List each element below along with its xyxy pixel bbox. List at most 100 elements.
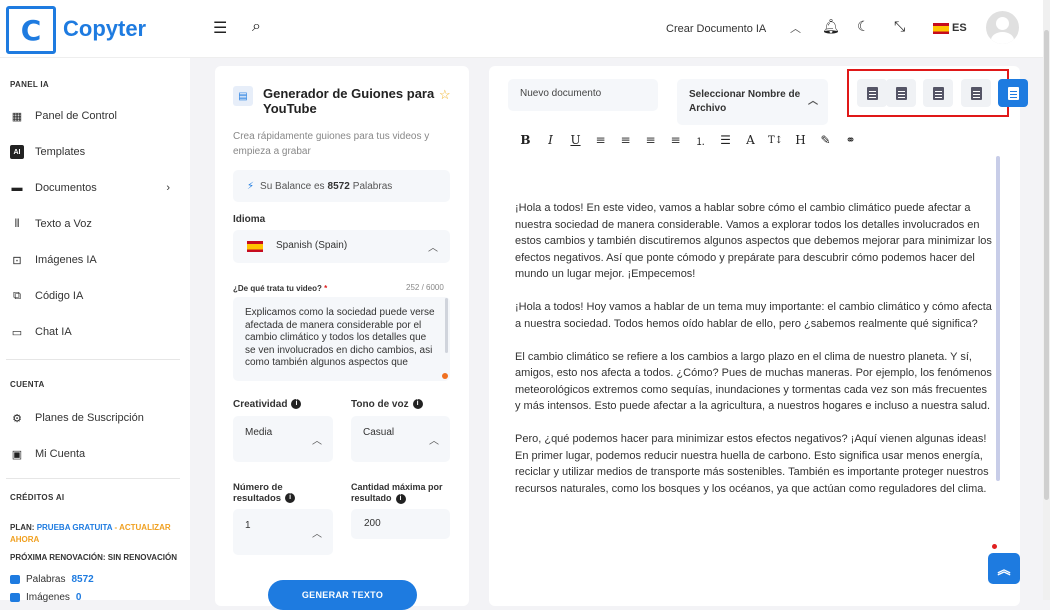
generator-title: Generador de Guiones para YouTube [263,86,435,116]
generator-subtitle: Crea rápidamente guiones para tus videos… [233,131,430,157]
sidebar: PANEL IA ▦ Panel de Control AI Templates… [0,58,190,603]
sidebar-item-label: Panel de Control [35,110,117,122]
creativity-select[interactable]: Media ︿ [233,416,333,462]
textarea-scrollbar[interactable] [445,298,448,353]
topic-counter: 252 / 6000 [406,283,444,292]
topic-label: ¿De qué trata tu video? * [233,284,328,293]
sidebar-item-label: Documentos [35,182,97,194]
align-right-button[interactable]: ≡ [638,132,663,148]
fullscreen-icon[interactable]: ⤡ [894,18,905,35]
topic-textarea[interactable]: Explicamos como la sociedad puede verse … [233,297,450,381]
bullet-list-button[interactable]: ☰ [713,132,738,148]
favorite-star-icon[interactable]: ☆ [439,87,451,103]
results-select[interactable]: 1 ︿ [233,509,333,555]
spain-flag-icon[interactable] [933,23,949,34]
brush-button[interactable]: ✎ [813,132,838,148]
bell-icon[interactable]: 🔔︎ [822,18,840,35]
export-word-button[interactable] [857,79,887,107]
sidebar-item-label: Mi Cuenta [35,448,86,460]
divider [6,478,180,479]
chevron-up-icon: ︿ [312,436,322,447]
info-icon[interactable]: i [285,493,296,504]
ai-icon: AI [10,145,24,159]
plan-name: PRUEBA GRATUITA [36,523,113,532]
ordered-list-button[interactable]: ⒈ [688,132,713,148]
align-left-button[interactable]: ≡ [588,132,613,148]
spain-flag-icon [247,241,263,252]
copy-button[interactable] [961,79,991,107]
max-input[interactable]: 200 [351,509,450,539]
document-name-input[interactable]: Nuevo documento [508,79,658,111]
create-document-menu[interactable]: Crear Documento IA [666,23,766,35]
chevron-right-icon: › [166,182,170,194]
paragraph: ¡Hola a todos! Hoy vamos a hablar de un … [515,301,992,330]
align-center-button[interactable]: ≡ [613,132,638,148]
sidebar-item-label: Imágenes IA [35,254,97,266]
editor-content[interactable]: ¡Hola a todos! En este video, vamos a ha… [515,200,995,514]
info-icon[interactable]: i [412,399,423,410]
pdf-doc-icon [895,86,907,100]
heading-button[interactable]: H [788,132,813,148]
scroll-top-button[interactable]: ︽ [988,553,1020,584]
sidebar-item-label: Texto a Voz [35,218,92,230]
export-txt-button[interactable] [923,79,953,107]
chevron-up-icon[interactable]: ︿ [790,20,801,36]
save-button[interactable] [998,79,1028,107]
images-icon [10,593,20,602]
chevron-up-icon: ︿ [808,96,818,107]
section-cuenta: CUENTA [10,380,45,389]
menu-toggle-icon[interactable]: ☰ [213,18,227,38]
template-icon: ▤ [233,86,253,106]
justify-button[interactable]: ≡ [663,132,688,148]
editor-scrollbar[interactable] [996,156,1000,481]
section-panel-ia: PANEL IA [10,80,49,89]
info-icon[interactable]: i [291,399,302,410]
dark-mode-icon[interactable]: ☾ [857,18,870,35]
chevron-up-icon: ︿ [429,436,439,447]
words-icon [10,575,20,584]
link-button[interactable]: ⚭ [838,132,863,148]
results-label: Número de resultados i [233,482,313,504]
font-size-button[interactable]: T↕ [763,132,788,148]
paragraph: ¡Hola a todos! En este video, vamos a ha… [515,202,992,280]
underline-button[interactable]: U [563,132,588,148]
resize-handle[interactable] [442,373,448,379]
sidebar-item-templates[interactable]: AI Templates [10,142,180,162]
sidebar-item-imagenes-ia[interactable]: ⊡ Imágenes IA [10,250,180,270]
copy-icon [970,86,982,100]
dashboard-icon: ▦ [11,110,23,123]
file-name-select[interactable]: Seleccionar Nombre de Archivo ︿ [677,79,828,125]
sidebar-item-planes[interactable]: ⚙ Planes de Suscripción [10,408,180,428]
notification-dot [992,544,997,549]
sidebar-item-panel-de-control[interactable]: ▦ Panel de Control [10,106,180,126]
sidebar-item-documentos[interactable]: ▬ Documentos › [10,178,180,198]
language-selector[interactable]: ES [952,22,967,34]
brand-name[interactable]: Copyter [63,16,146,42]
txt-doc-icon [932,86,944,100]
tone-select[interactable]: Casual ︿ [351,416,450,462]
generate-button[interactable]: GENERAR TEXTO [268,580,417,610]
export-pdf-button[interactable] [886,79,916,107]
account-icon: ▣ [11,448,23,461]
font-color-button[interactable]: A [738,132,763,148]
sidebar-item-mi-cuenta[interactable]: ▣ Mi Cuenta [10,444,180,464]
search-icon[interactable]: ⌕ [252,18,261,36]
format-toolbar: B I U ≡ ≡ ≡ ≡ ⒈ ☰ A T↕ H ✎ ⚭ [513,132,863,148]
bold-button[interactable]: B [513,132,538,148]
waveform-icon: ⦀ [14,217,20,230]
italic-button[interactable]: I [538,132,563,148]
sidebar-item-texto-a-voz[interactable]: ⦀ Texto a Voz [10,214,180,234]
sidebar-item-label: Templates [35,146,86,158]
avatar[interactable] [986,11,1019,44]
sidebar-item-codigo-ia[interactable]: ⧉ Código IA [10,286,180,306]
sidebar-item-chat-ia[interactable]: ▭ Chat IA [10,322,180,342]
renewal-info: PRÓXIMA RENOVACIÓN: SIN RENOVACIÓN [10,553,177,562]
logo-icon[interactable]: C [6,6,56,54]
top-bar: C Copyter ☰ ⌕ Crear Documento IA ︿ 🔔︎ ☾ … [0,0,1050,58]
info-icon[interactable]: i [395,493,406,504]
credit-images: Imágenes 0 [10,592,81,603]
image-icon: ⊡ [12,254,22,267]
max-label: Cantidad máxima por resultado i [351,482,443,504]
window-scrollbar[interactable] [1043,0,1050,600]
language-select[interactable]: Spanish (Spain) ︿ [233,230,450,263]
